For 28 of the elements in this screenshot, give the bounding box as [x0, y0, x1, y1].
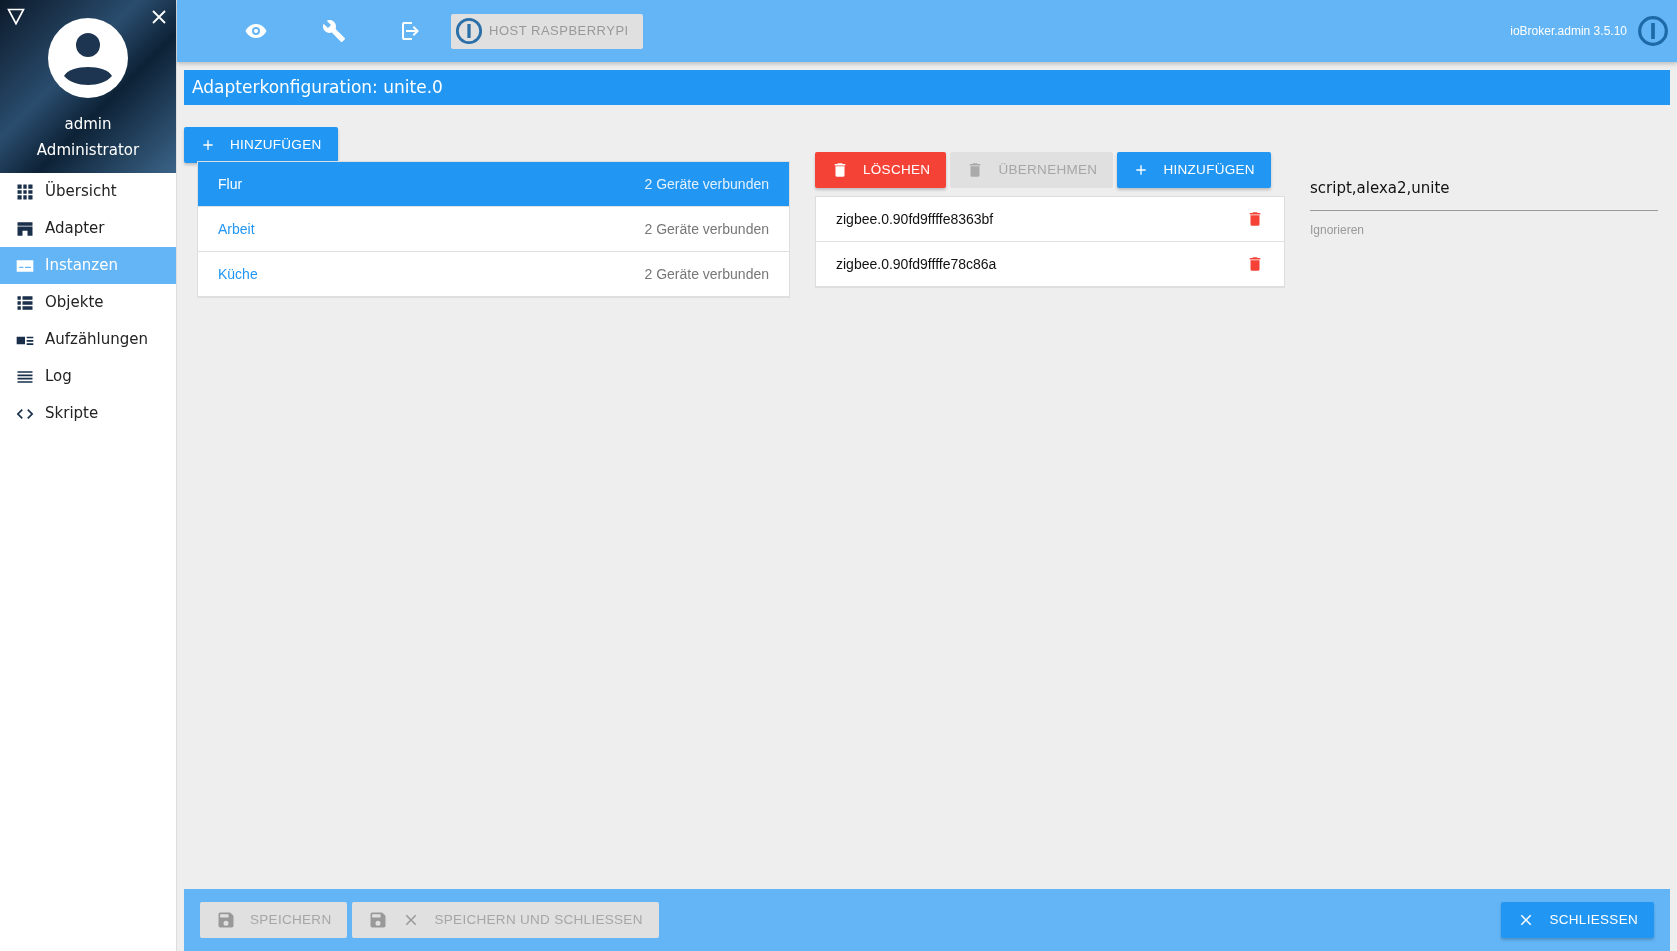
delete-button[interactable]: LÖSCHEN: [815, 152, 947, 188]
power-logo-icon: [455, 17, 483, 45]
sidebar-item[interactable]: Objekte: [0, 284, 176, 321]
version-label: ioBroker.admin 3.5.10: [1510, 23, 1627, 40]
triangle-icon: [6, 8, 26, 26]
plus-icon: [200, 137, 216, 153]
add-button[interactable]: HINZUFÜGEN: [1117, 152, 1271, 188]
sidebar-item[interactable]: Log: [0, 358, 176, 395]
close-button[interactable]: SCHLIESSEN: [1501, 902, 1654, 938]
sidebar-item[interactable]: Adapter: [0, 210, 176, 247]
device-id: zigbee.0.90fd9ffffe8363bf: [836, 209, 994, 229]
device-id: zigbee.0.90fd9ffffe78c86a: [836, 254, 997, 274]
sidebar-item[interactable]: Übersicht: [0, 173, 176, 210]
wrench-icon: [322, 19, 346, 43]
sidebar-item[interactable]: Skripte: [0, 395, 176, 432]
host-button[interactable]: HOST RASPBERRYPI: [451, 13, 643, 49]
dialog-title: Adapterkonfiguration: unite.0: [184, 70, 1670, 105]
avatar-icon: [48, 18, 128, 98]
close-icon: [150, 8, 168, 26]
sidebar-item[interactable]: Instanzen: [0, 247, 176, 284]
sidebar-item[interactable]: Aufzählungen: [0, 321, 176, 358]
user-role: Administrator: [35, 140, 141, 160]
user-name: admin: [63, 114, 113, 134]
power-logo-icon: [1637, 15, 1669, 47]
field-label: Ignorieren: [1310, 221, 1366, 239]
group-row[interactable]: Flur 2 Geräte verbunden: [198, 162, 789, 207]
add-button[interactable]: HINZUFÜGEN: [184, 127, 338, 163]
ignore-field[interactable]: script,alexa2,unite: [1310, 173, 1658, 211]
